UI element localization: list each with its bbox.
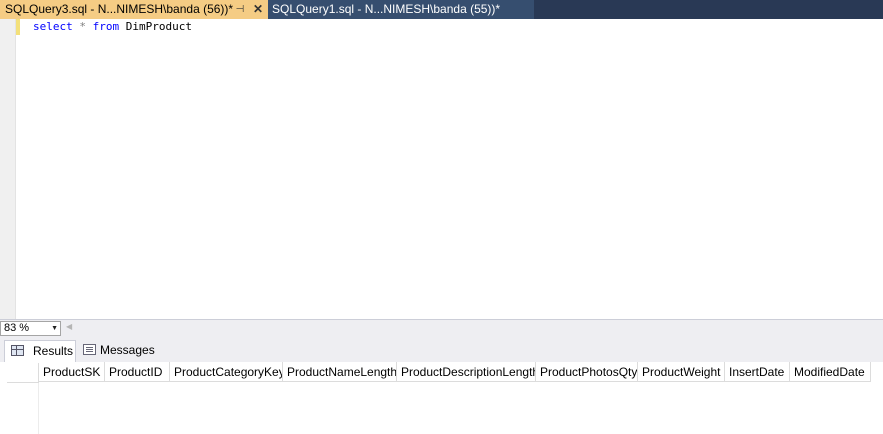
- messages-icon: [83, 344, 96, 355]
- results-grid[interactable]: ProductSK ProductID ProductCategoryKey P…: [0, 362, 883, 434]
- tab-sqlquery1-label: SQLQuery1.sql - N...NIMESH\banda (55))*: [272, 2, 501, 16]
- code-line-1[interactable]: select * from DimProduct: [33, 20, 192, 34]
- column-header-insertdate[interactable]: InsertDate: [725, 362, 790, 382]
- grid-corner[interactable]: [7, 363, 39, 383]
- tab-messages[interactable]: Messages: [77, 340, 155, 361]
- changed-line-marker: [16, 19, 20, 35]
- chevron-down-icon[interactable]: ▼: [51, 322, 58, 335]
- column-header-productnamelength[interactable]: ProductNameLength: [283, 362, 397, 382]
- keyword-select: select: [33, 20, 73, 33]
- scroll-left-icon[interactable]: ◀: [66, 322, 72, 331]
- column-header-productid[interactable]: ProductID: [105, 362, 170, 382]
- row-header-column: [7, 383, 39, 434]
- tab-messages-label: Messages: [100, 343, 155, 357]
- table-identifier: DimProduct: [125, 20, 192, 33]
- zoom-value: 83 %: [4, 322, 30, 334]
- pin-icon[interactable]: ⊣: [234, 0, 246, 19]
- tab-sqlquery3-label: SQLQuery3.sql - N...NIMESH\banda (56))*: [5, 2, 234, 16]
- keyword-from: from: [92, 20, 120, 33]
- column-header-productcategorykey[interactable]: ProductCategoryKey: [170, 362, 283, 382]
- editor-gutter: [0, 19, 16, 319]
- query-editor[interactable]: select * from DimProduct: [0, 19, 883, 319]
- results-tab-bar: Results Messages: [0, 337, 883, 363]
- column-header-modifieddate[interactable]: ModifiedDate: [790, 362, 871, 382]
- column-header-productsk[interactable]: ProductSK: [39, 362, 105, 382]
- tab-results-label: Results: [33, 344, 74, 358]
- column-header-productdescriptionlength[interactable]: ProductDescriptionLength: [397, 362, 536, 382]
- column-header-productweight[interactable]: ProductWeight: [638, 362, 725, 382]
- document-tab-strip: SQLQuery3.sql - N...NIMESH\banda (56))* …: [0, 0, 883, 19]
- tab-sqlquery1[interactable]: SQLQuery1.sql - N...NIMESH\banda (55))*: [268, 0, 534, 19]
- zoom-dropdown[interactable]: 83 % ▼: [0, 321, 61, 336]
- tab-sqlquery3[interactable]: SQLQuery3.sql - N...NIMESH\banda (56))* …: [0, 0, 268, 19]
- grid-icon: [11, 345, 24, 356]
- close-icon[interactable]: ✕: [252, 0, 264, 19]
- column-header-productphotosqty[interactable]: ProductPhotosQty: [536, 362, 638, 382]
- tab-results[interactable]: Results: [4, 340, 76, 362]
- zoom-bar: 83 % ▼ ◀: [0, 319, 883, 337]
- star-operator: *: [79, 20, 86, 33]
